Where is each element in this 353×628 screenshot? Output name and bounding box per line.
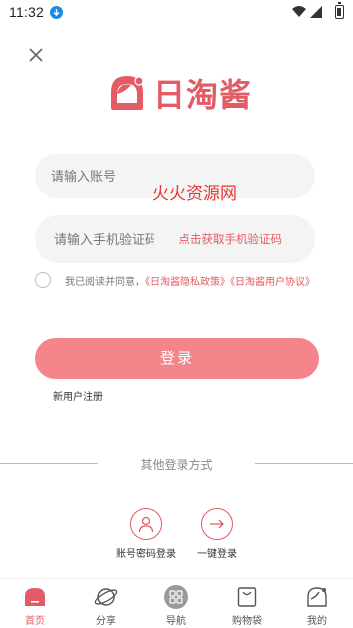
- agreement-text: 我已阅读并同意，《日淘酱隐私政策》《日淘酱用户协议》: [35, 272, 320, 293]
- tab-navigation-label: 导航: [166, 616, 186, 627]
- sms-code-input[interactable]: [54, 215, 154, 263]
- other-login-title: 其他登录方式: [140, 458, 213, 472]
- status-time: 11:32: [9, 4, 44, 20]
- one-click-login-label: 一键登录: [197, 549, 237, 560]
- tab-share-label: 分享: [96, 616, 116, 627]
- register-link[interactable]: 新用户注册: [53, 388, 103, 403]
- account-input[interactable]: [51, 154, 161, 198]
- password-login-label: 账号密码登录: [116, 549, 176, 560]
- battery-icon: [335, 2, 344, 19]
- user-icon[interactable]: [130, 508, 162, 540]
- signal-icon: [310, 6, 322, 18]
- sms-code-field[interactable]: 点击获取手机验证码: [35, 215, 315, 263]
- other-login-divider: 其他登录方式: [0, 455, 353, 473]
- bag-icon: [235, 585, 259, 609]
- bottom-tab-bar: 首页 分享 导航 购物袋 我的: [0, 578, 353, 628]
- tab-navigation[interactable]: 导航: [151, 585, 201, 627]
- arrow-right-icon[interactable]: [201, 508, 233, 540]
- privacy-policy-link[interactable]: 《日淘酱隐私政策》: [145, 277, 230, 288]
- password-login-option[interactable]: 账号密码登录: [106, 508, 186, 560]
- logo-mark-icon: [111, 76, 144, 110]
- app-logo: 日淘酱: [105, 70, 253, 116]
- tab-shopping-bag[interactable]: 购物袋: [222, 585, 272, 627]
- planet-icon: [94, 585, 118, 609]
- wifi-signal-icons: [291, 5, 327, 19]
- get-sms-code-link[interactable]: 点击获取手机验证码: [179, 231, 283, 247]
- user-agreement-link[interactable]: 《日淘酱用户协议》: [230, 277, 315, 288]
- home-icon: [23, 585, 47, 609]
- close-icon[interactable]: [28, 47, 44, 63]
- grid-icon: [164, 585, 188, 609]
- one-click-login-option[interactable]: 一键登录: [177, 508, 257, 560]
- watermark-text: 火火资源网: [152, 184, 237, 203]
- login-button[interactable]: 登录: [35, 338, 319, 379]
- tab-home[interactable]: 首页: [10, 585, 60, 627]
- download-icon: [50, 6, 63, 19]
- logo-text: 日淘酱: [153, 76, 253, 114]
- tab-me-label: 我的: [307, 616, 327, 627]
- tab-share[interactable]: 分享: [81, 585, 131, 627]
- status-bar: 11:32: [0, 0, 353, 26]
- wifi-icon: [292, 6, 306, 17]
- divider-line-right: [255, 463, 353, 464]
- agreement-prefix: 我已阅读并同意，: [65, 277, 145, 288]
- tab-me[interactable]: 我的: [292, 585, 342, 627]
- profile-icon: [305, 585, 329, 609]
- tab-shopping-bag-label: 购物袋: [232, 616, 262, 627]
- tab-home-label: 首页: [25, 616, 45, 627]
